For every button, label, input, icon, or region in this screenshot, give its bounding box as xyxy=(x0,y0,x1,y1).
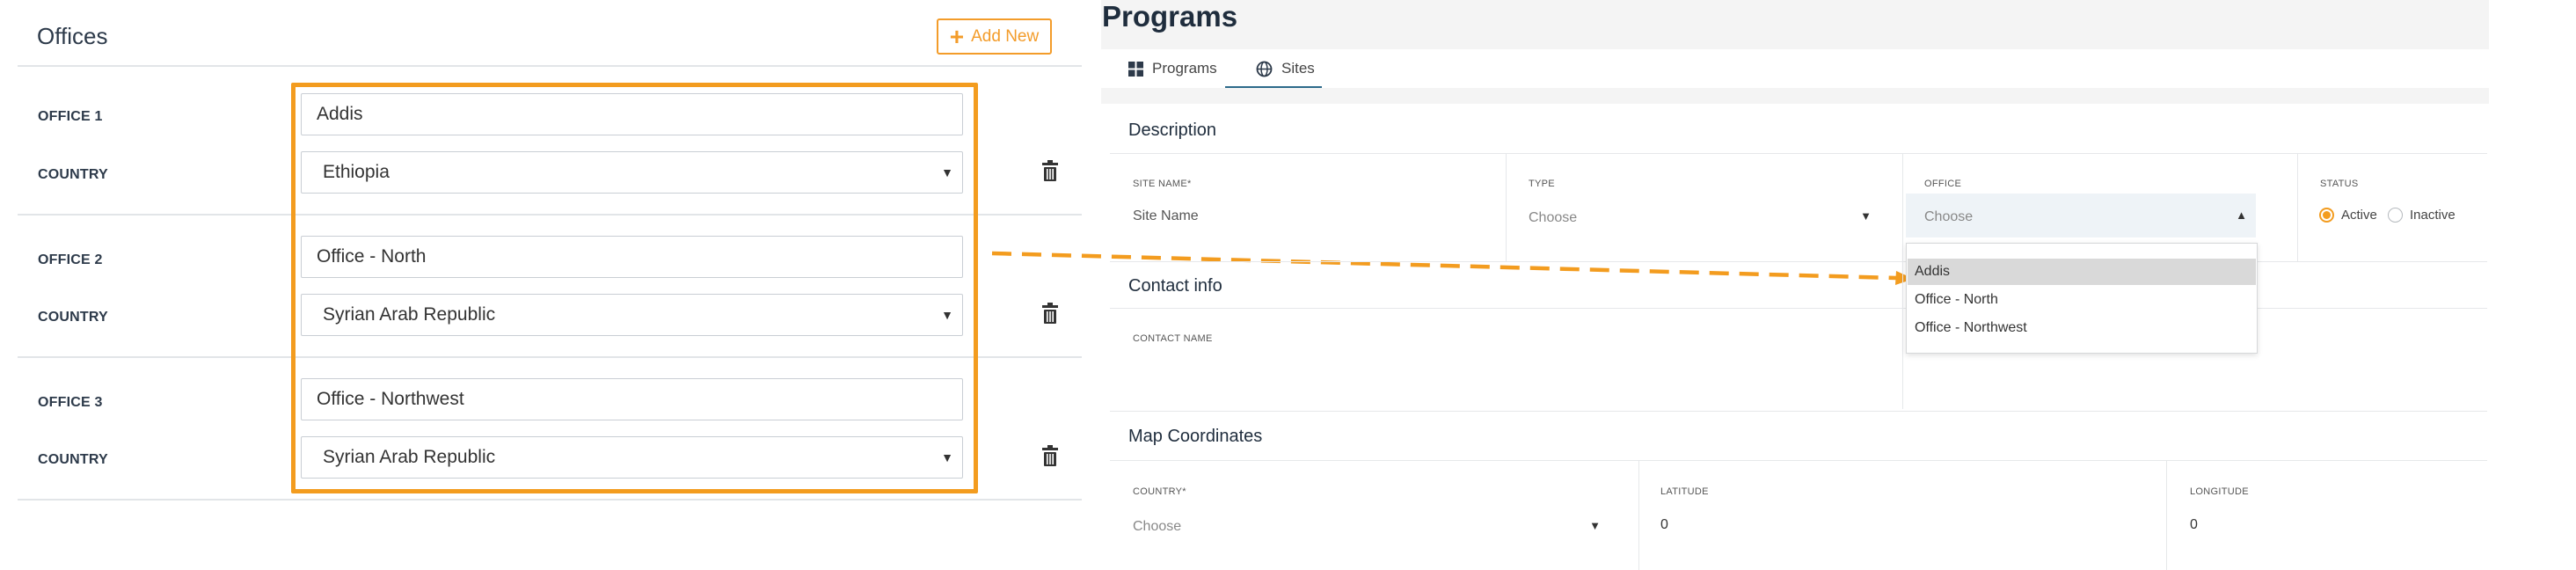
country-1-label: COUNTRY xyxy=(38,167,108,182)
programs-header-bar xyxy=(1101,0,2489,49)
programs-title: Programs xyxy=(1102,0,1238,33)
trash-icon[interactable] xyxy=(1042,160,1058,181)
latitude-input[interactable]: 0 xyxy=(1660,517,1668,533)
office-2-label: OFFICE 2 xyxy=(38,252,103,267)
offices-title: Offices xyxy=(37,23,108,49)
column-divider xyxy=(2166,461,2167,570)
add-new-button[interactable]: + Add New xyxy=(937,18,1052,55)
tab-programs-label: Programs xyxy=(1152,60,1217,77)
column-divider xyxy=(2297,154,2298,261)
country-2-label: COUNTRY xyxy=(38,310,108,325)
radio-selected-icon xyxy=(2319,208,2334,223)
dashed-arrow xyxy=(991,251,1914,285)
map-coordinates-title: Map Coordinates xyxy=(1128,427,1263,446)
tab-separator-bar xyxy=(1101,88,2489,104)
grid-icon xyxy=(1128,61,1143,77)
office-option[interactable]: Addis xyxy=(1908,259,2256,285)
type-select[interactable]: Choose ▼ xyxy=(1529,202,1872,234)
type-label: TYPE xyxy=(1529,179,1555,189)
trash-icon[interactable] xyxy=(1042,445,1058,466)
section-divider xyxy=(1110,308,2487,309)
office-placeholder: Choose xyxy=(1924,209,1974,224)
type-placeholder: Choose xyxy=(1529,210,1578,225)
office-1-label: OFFICE 1 xyxy=(38,109,103,124)
office-label: OFFICE xyxy=(1924,179,1962,189)
map-country-label: COUNTRY* xyxy=(1133,486,1186,497)
status-inactive-radio[interactable]: Inactive xyxy=(2388,208,2456,223)
status-active-radio[interactable]: Active xyxy=(2319,208,2377,223)
tab-sites[interactable]: Sites xyxy=(1256,60,1315,77)
office-option[interactable]: Office - North xyxy=(1908,287,2256,313)
status-label: STATUS xyxy=(2320,179,2359,189)
globe-icon xyxy=(1256,61,1273,77)
contact-info-title: Contact info xyxy=(1128,276,1222,296)
section-divider xyxy=(1110,261,2487,262)
status-inactive-label: Inactive xyxy=(2410,208,2456,223)
highlight-box xyxy=(291,83,978,493)
row-divider xyxy=(18,499,1082,501)
section-divider xyxy=(1110,153,2487,154)
office-option[interactable]: Office - Northwest xyxy=(1908,315,2256,341)
column-divider xyxy=(1506,154,1507,261)
caret-down-icon: ▼ xyxy=(1589,519,1601,532)
latitude-label: LATITUDE xyxy=(1660,486,1709,497)
longitude-label: LONGITUDE xyxy=(2190,486,2249,497)
office-3-label: OFFICE 3 xyxy=(38,395,103,410)
site-name-label: SITE NAME* xyxy=(1133,179,1192,189)
tab-sites-label: Sites xyxy=(1281,60,1315,77)
section-divider xyxy=(1110,411,2487,412)
site-name-input[interactable]: Site Name xyxy=(1133,208,1199,224)
caret-up-icon: ▲ xyxy=(2236,208,2247,222)
caret-down-icon: ▼ xyxy=(1860,209,1872,223)
radio-unselected-icon xyxy=(2388,208,2403,223)
description-title: Description xyxy=(1128,121,1217,140)
office-dropdown: Addis Office - North Office - Northwest xyxy=(1906,243,2258,354)
status-active-label: Active xyxy=(2341,208,2377,223)
column-divider xyxy=(1902,154,1903,409)
section-divider xyxy=(1110,460,2487,461)
tab-programs[interactable]: Programs xyxy=(1128,60,1217,77)
map-country-placeholder: Choose xyxy=(1133,519,1182,534)
map-country-select[interactable]: Choose ▼ xyxy=(1133,512,1601,544)
offices-header-divider xyxy=(18,65,1082,67)
add-new-label: Add New xyxy=(971,26,1040,46)
longitude-input[interactable]: 0 xyxy=(2190,517,2198,533)
contact-name-label: CONTACT NAME xyxy=(1133,333,1213,344)
column-divider xyxy=(1638,461,1639,570)
trash-icon[interactable] xyxy=(1042,303,1058,324)
office-select[interactable]: Choose ▲ xyxy=(1906,194,2256,238)
plus-icon: + xyxy=(949,22,965,50)
country-3-label: COUNTRY xyxy=(38,452,108,467)
